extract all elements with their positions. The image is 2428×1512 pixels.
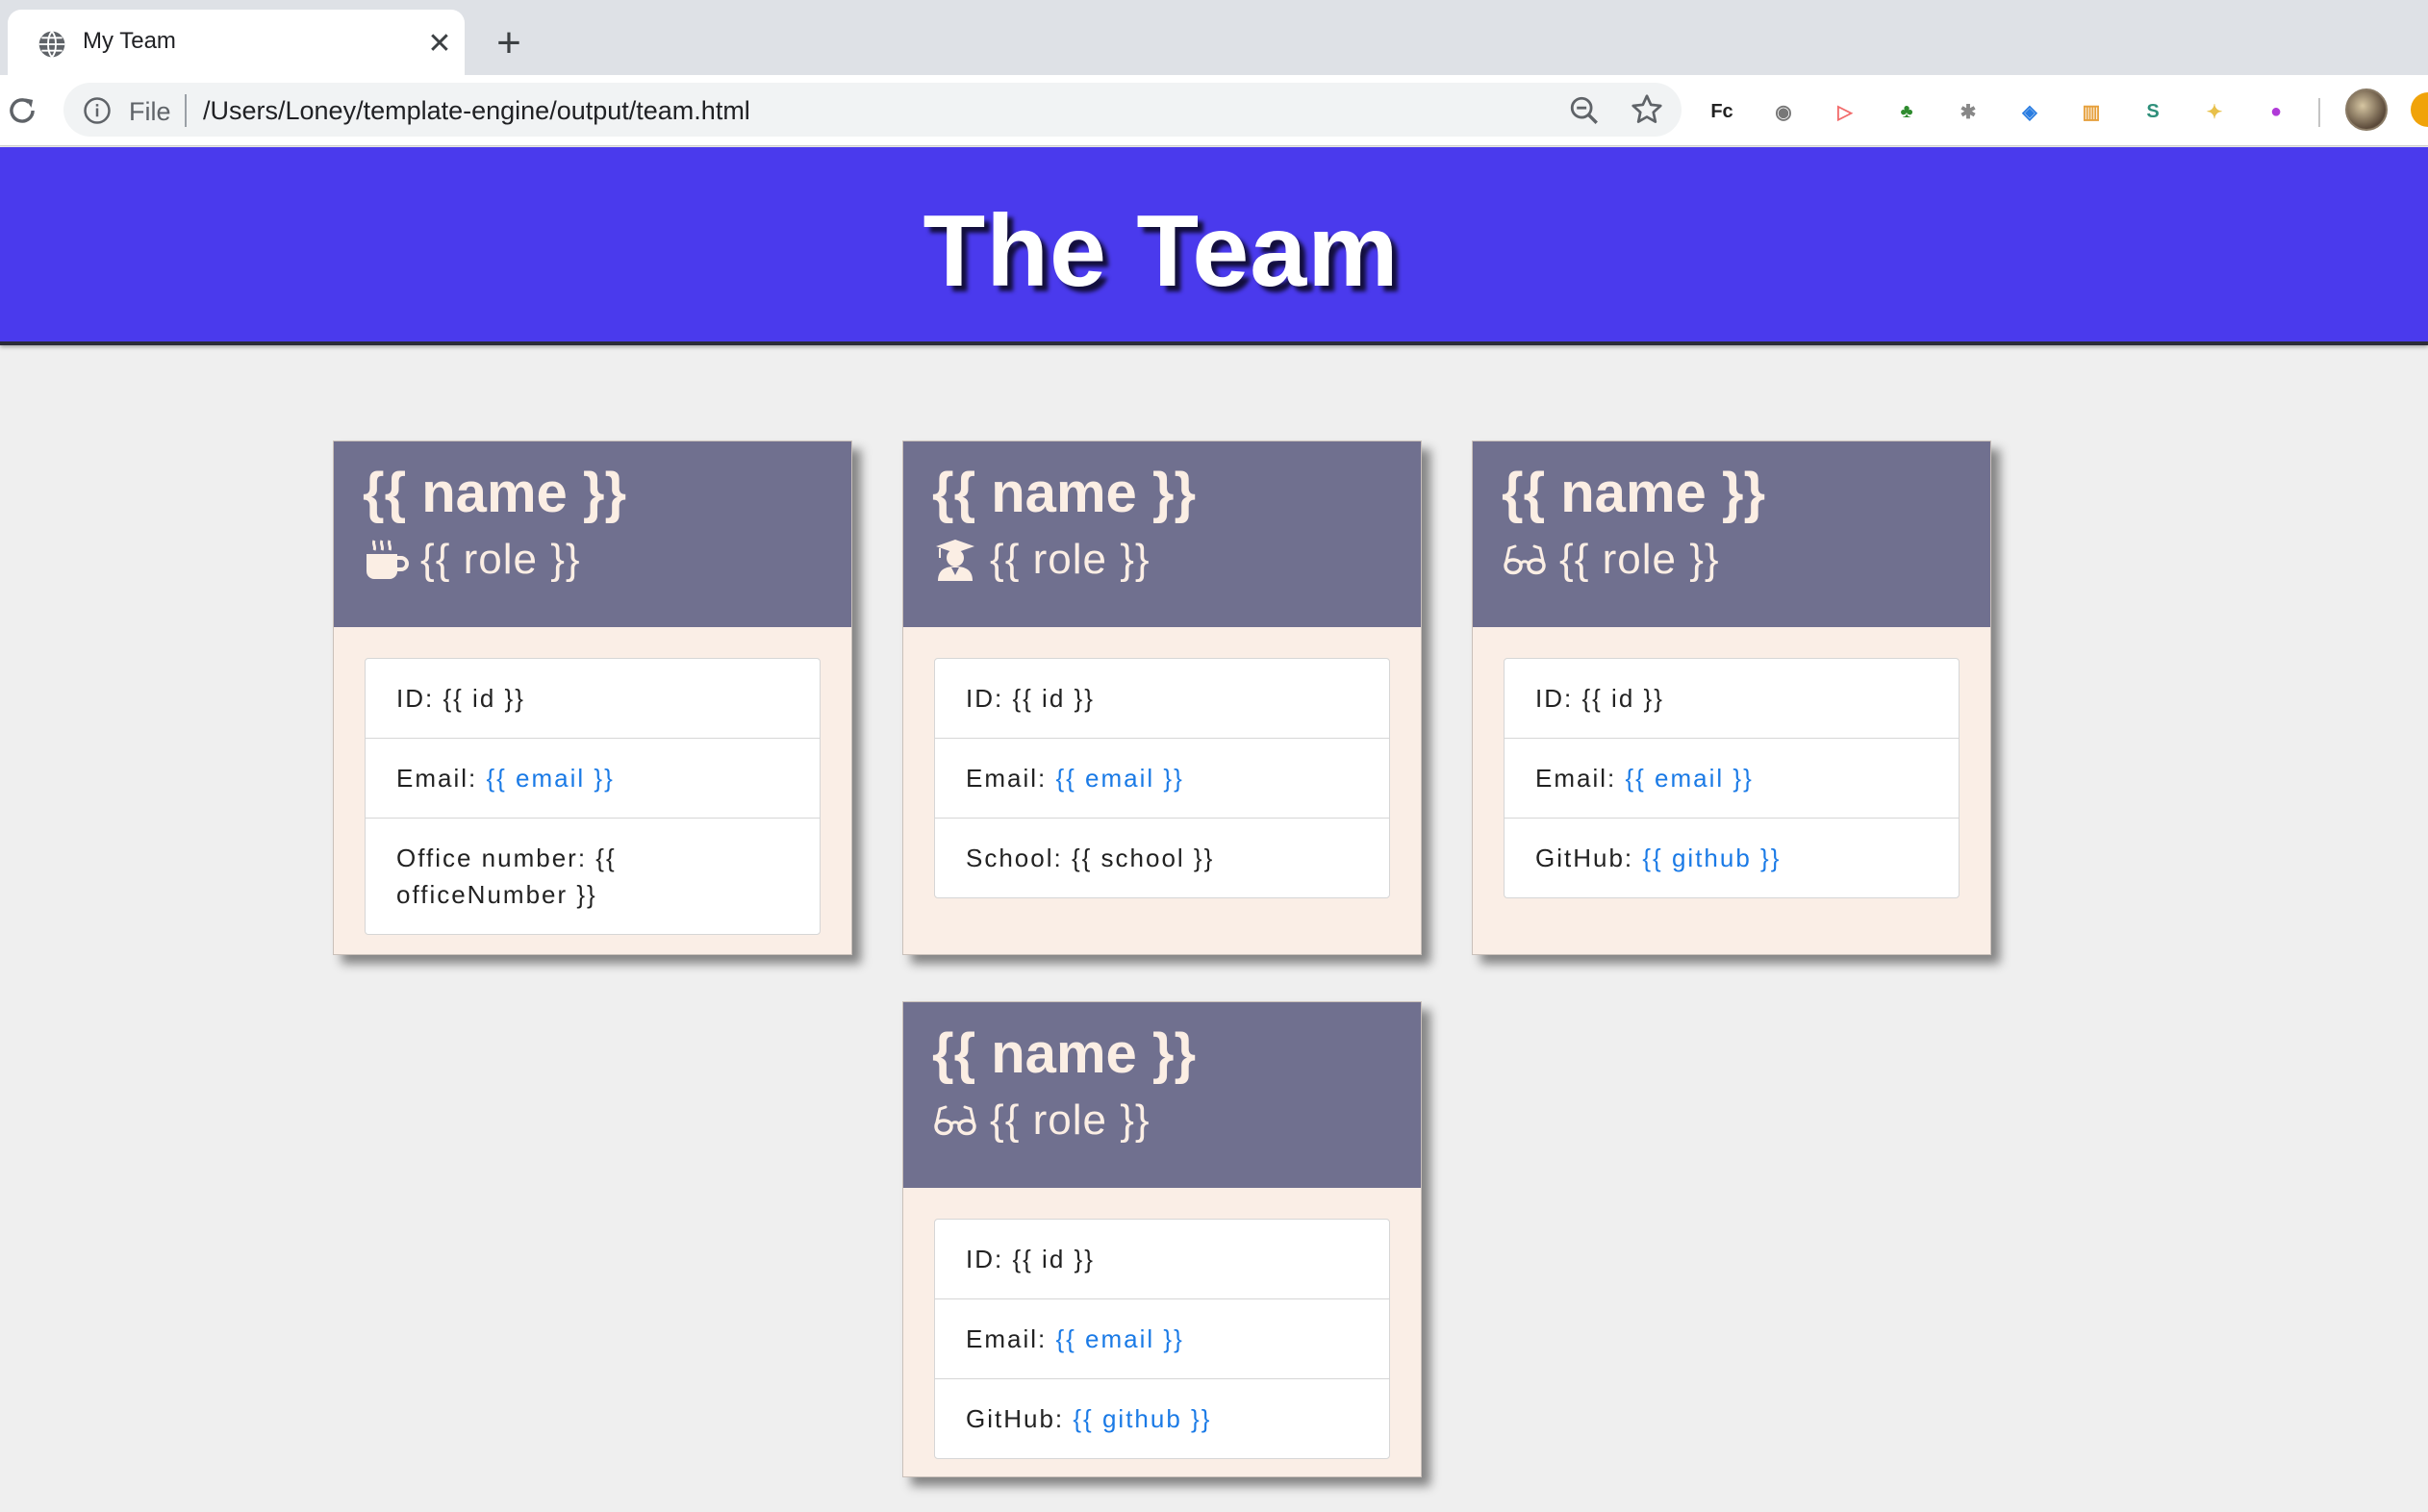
email-label: Email: (966, 764, 1056, 793)
address-bar[interactable]: File /Users/Loney/template-engine/output… (63, 83, 1682, 137)
purple-circle-extension-icon[interactable]: ● (2259, 94, 2293, 129)
email-link[interactable]: {{ email }} (1625, 764, 1753, 793)
id-value: {{ id }} (443, 684, 525, 713)
graduate-icon (936, 540, 974, 581)
card-header: {{ name }} {{ role }} (1473, 441, 1990, 627)
card-header: {{ name }} {{ role }} (903, 441, 1421, 627)
id-label: ID: (966, 684, 1013, 713)
info-list: ID: {{ id }} Email: {{ email }} GitHub: … (934, 1219, 1390, 1459)
school-value: {{ school }} (1071, 844, 1215, 872)
tab-title: My Team (83, 28, 176, 54)
employee-name: {{ name }} (1502, 462, 1766, 524)
email-link[interactable]: {{ email }} (1055, 1324, 1183, 1353)
email-item: Email: {{ email }} (935, 738, 1389, 818)
github-item: GitHub: {{ github }} (1505, 818, 1959, 897)
id-item: ID: {{ id }} (935, 1220, 1389, 1298)
glasses-icon (934, 1105, 976, 1136)
card-body: ID: {{ id }} Email: {{ email }} GitHub: … (1473, 627, 1990, 898)
omnibox-divider (185, 94, 187, 127)
card-body: ID: {{ id }} Email: {{ email }} Office n… (334, 627, 851, 935)
employee-role: {{ role }} (420, 536, 581, 583)
employee-role: {{ role }} (990, 536, 1151, 583)
employee-name: {{ name }} (363, 462, 627, 524)
arrow-extension-icon[interactable]: ▷ (1828, 94, 1862, 129)
role-row: {{ role }} (1502, 536, 1720, 584)
email-item: Email: {{ email }} (366, 738, 820, 818)
info-list: ID: {{ id }} Email: {{ email }} Office n… (365, 658, 821, 935)
employee-card-engineer: {{ name }} {{ role }} ID: {{ id }} Email… (1472, 441, 1991, 955)
id-item: ID: {{ id }} (1505, 659, 1959, 738)
film-reel-extension-icon[interactable]: ◉ (1766, 94, 1801, 129)
email-link[interactable]: {{ email }} (1055, 764, 1183, 793)
id-item: ID: {{ id }} (935, 659, 1389, 738)
id-label: ID: (1535, 684, 1582, 713)
github-label: GitHub: (966, 1404, 1074, 1433)
bookmark-star-icon[interactable] (1630, 92, 1664, 127)
reload-icon[interactable] (4, 92, 40, 129)
fc-extension-icon[interactable]: Fc (1705, 94, 1739, 129)
id-value: {{ id }} (1012, 684, 1095, 713)
url-text[interactable]: /Users/Loney/template-engine/output/team… (203, 96, 750, 126)
email-label: Email: (966, 1324, 1056, 1353)
role-row: {{ role }} (363, 536, 581, 584)
html-tree-extension-icon[interactable]: ♣ (1889, 94, 1924, 129)
id-value: {{ id }} (1012, 1245, 1095, 1273)
employee-card-engineer-2: {{ name }} {{ role }} ID: {{ id }} Email… (902, 1001, 1422, 1477)
file-scheme-label: File (129, 97, 171, 126)
new-tab-button[interactable]: + (489, 22, 529, 64)
id-label: ID: (396, 684, 443, 713)
card-body: ID: {{ id }} Email: {{ email }} School: … (903, 627, 1421, 898)
s-extension-icon[interactable]: S (2136, 94, 2170, 129)
email-item: Email: {{ email }} (935, 1298, 1389, 1378)
close-tab-icon[interactable]: ✕ (423, 27, 456, 60)
tab-my-team[interactable]: My Team ✕ (8, 10, 465, 75)
email-link[interactable]: {{ email }} (486, 764, 614, 793)
globe-icon (38, 31, 65, 58)
glasses-icon (1504, 544, 1546, 575)
role-row: {{ role }} (932, 536, 1151, 584)
tab-strip: My Team ✕ + (0, 0, 2428, 75)
card-header: {{ name }} {{ role }} (334, 441, 851, 627)
info-icon[interactable] (83, 96, 112, 125)
office-number-label: Office number: (396, 844, 596, 872)
profile-avatar[interactable] (2345, 88, 2388, 131)
bug-extension-icon[interactable]: ✱ (1951, 94, 1985, 129)
card-body: ID: {{ id }} Email: {{ email }} GitHub: … (903, 1188, 1421, 1459)
github-label: GitHub: (1535, 844, 1643, 872)
email-label: Email: (396, 764, 487, 793)
shield-extension-icon[interactable]: ◈ (2012, 94, 2047, 129)
school-label: School: (966, 844, 1072, 872)
lightbulb-extension-icon[interactable]: ✦ (2197, 94, 2232, 129)
github-item: GitHub: {{ github }} (935, 1378, 1389, 1458)
email-label: Email: (1535, 764, 1626, 793)
employee-role: {{ role }} (1559, 536, 1720, 583)
info-list: ID: {{ id }} Email: {{ email }} GitHub: … (1504, 658, 1960, 898)
page-title: The Team (923, 194, 1400, 308)
employee-name: {{ name }} (932, 1022, 1197, 1085)
id-label: ID: (966, 1245, 1013, 1273)
github-link[interactable]: {{ github }} (1642, 844, 1781, 872)
employee-card-intern: {{ name }} {{ role }} ID: {{ id }} Email… (902, 441, 1422, 955)
card-header: {{ name }} {{ role }} (903, 1002, 1421, 1188)
team-banner: The Team (0, 147, 2428, 345)
id-item: ID: {{ id }} (366, 659, 820, 738)
id-value: {{ id }} (1581, 684, 1664, 713)
coffee-mug-icon (367, 540, 409, 579)
email-item: Email: {{ email }} (1505, 738, 1959, 818)
role-row: {{ role }} (932, 1096, 1151, 1145)
info-list: ID: {{ id }} Email: {{ email }} School: … (934, 658, 1390, 898)
browser-toolbar: File /Users/Loney/template-engine/output… (0, 75, 2428, 146)
update-indicator-icon[interactable] (2411, 92, 2428, 127)
employee-role: {{ role }} (990, 1096, 1151, 1144)
school-item: School: {{ school }} (935, 818, 1389, 897)
color-bars-extension-icon[interactable]: ▥ (2074, 94, 2109, 129)
employee-name: {{ name }} (932, 462, 1197, 524)
zoom-out-icon[interactable] (1568, 94, 1601, 127)
github-link[interactable]: {{ github }} (1073, 1404, 1211, 1433)
office-number-item: Office number: {{ officeNumber }} (366, 818, 820, 934)
toolbar-divider (2318, 98, 2320, 127)
employee-card-manager: {{ name }} {{ role }} ID: {{ id }} Email… (333, 441, 852, 955)
